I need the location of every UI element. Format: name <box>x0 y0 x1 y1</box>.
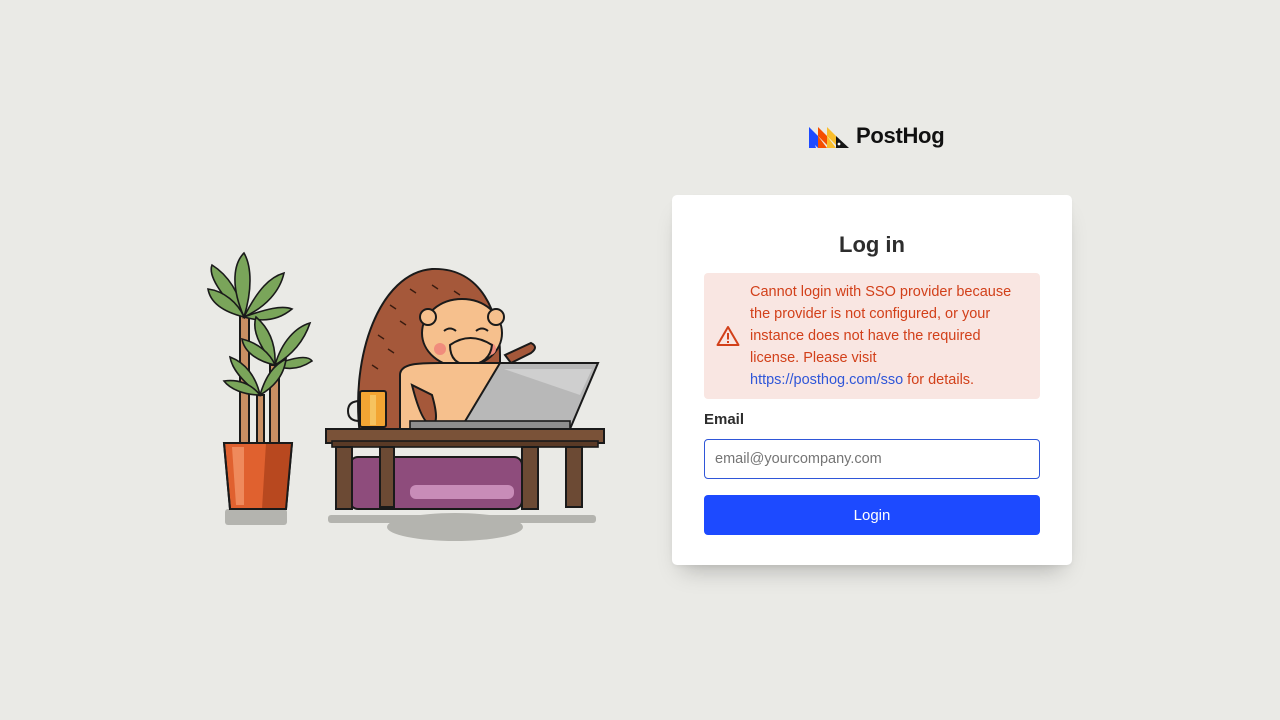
hedgehog-at-desk-illustration <box>200 245 620 545</box>
posthog-hedgehog-logo-icon <box>809 127 849 148</box>
page-title: Log in <box>839 232 905 257</box>
alert-message-text: Cannot login with SSO provider because t… <box>750 284 1012 366</box>
email-label: Email <box>704 411 745 428</box>
email-field[interactable] <box>704 439 1040 479</box>
sso-error-alert: Cannot login with SSO provider because t… <box>704 273 1040 399</box>
login-card: Log in Cannot login with SSO provider be… <box>672 195 1072 565</box>
posthog-logo[interactable]: PostHog <box>808 122 945 150</box>
sso-docs-link[interactable]: https://posthog.com/sso <box>750 372 903 388</box>
brand-name: PostHog <box>856 123 945 148</box>
login-page: PostHog Log in Cannot login with SSO pro… <box>0 0 1280 720</box>
warning-triangle-icon <box>716 326 740 346</box>
login-button[interactable]: Login <box>704 495 1040 535</box>
alert-message-suffix: for details. <box>907 372 975 388</box>
alert-message: Cannot login with SSO provider because t… <box>750 281 1030 391</box>
